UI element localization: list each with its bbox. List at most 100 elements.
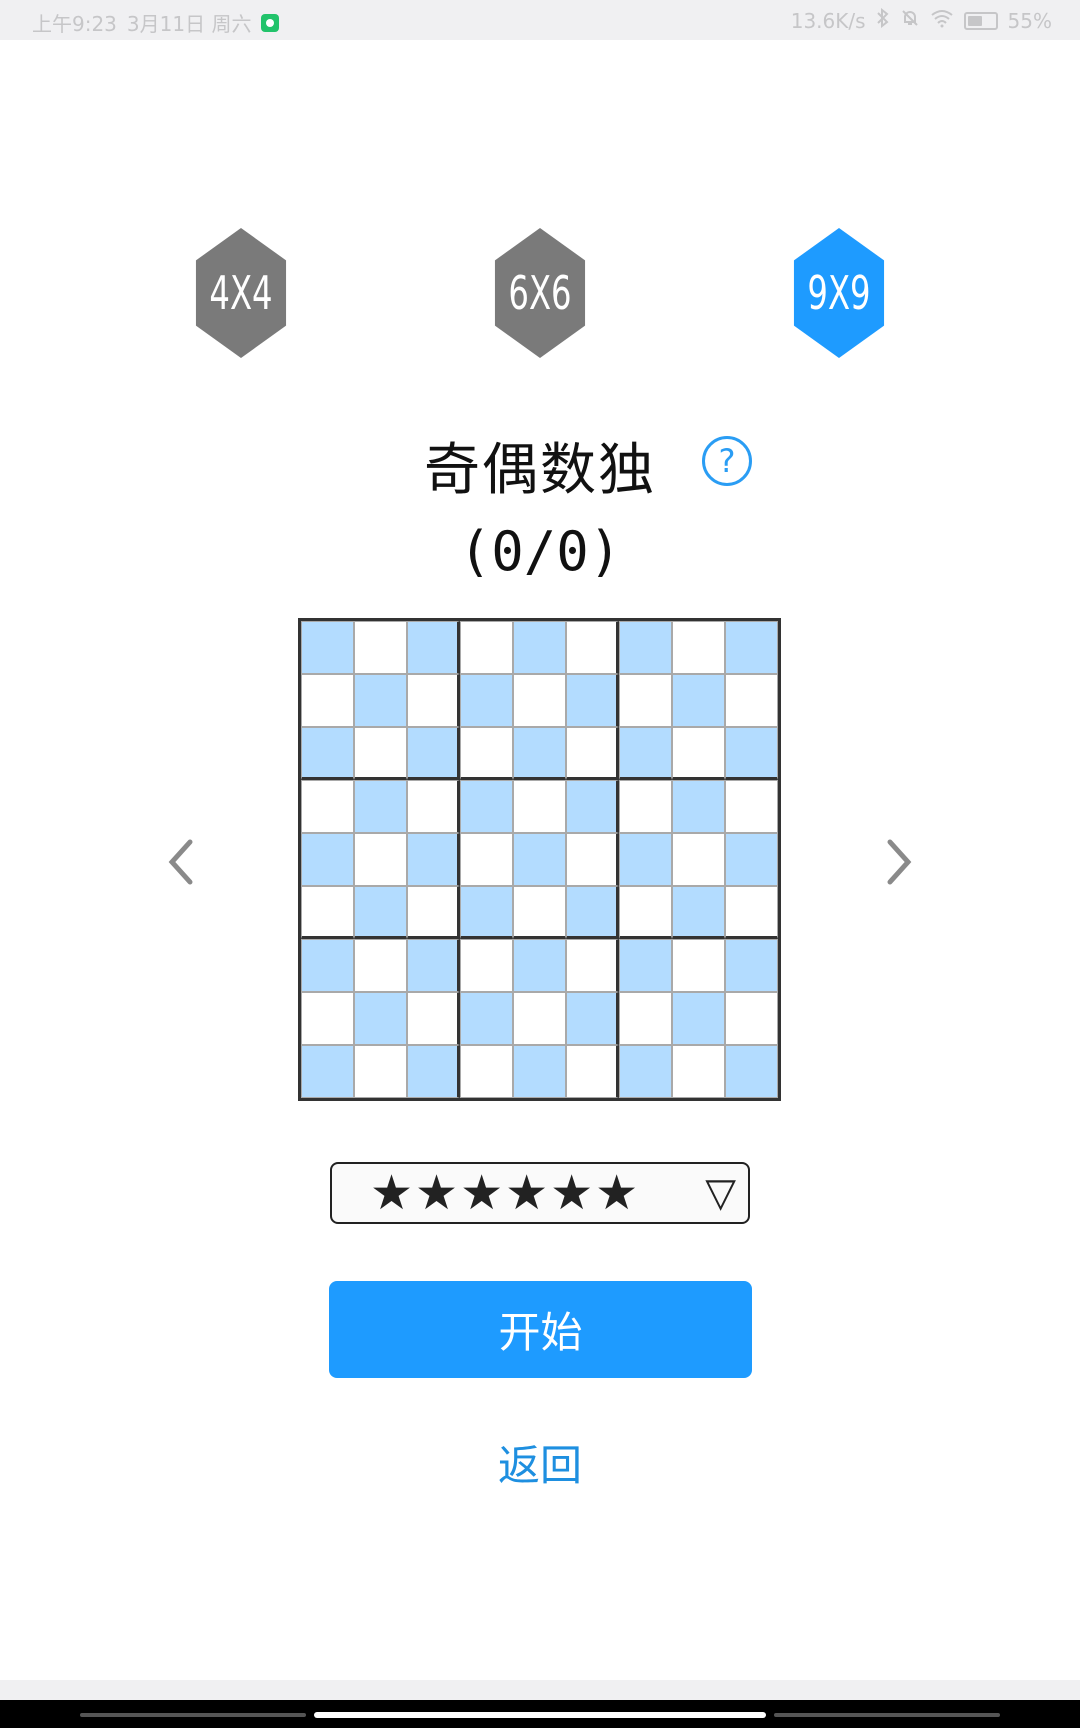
home-indicator[interactable] bbox=[314, 1712, 766, 1718]
grid-cell bbox=[725, 1045, 778, 1098]
nav-indicator-left bbox=[80, 1713, 306, 1717]
grid-cell bbox=[354, 886, 407, 939]
grid-cell bbox=[354, 992, 407, 1045]
grid-cell bbox=[460, 833, 513, 886]
grid-cell bbox=[460, 1045, 513, 1098]
grid-cell bbox=[619, 833, 672, 886]
grid-cell bbox=[301, 939, 354, 992]
battery-icon bbox=[963, 11, 998, 30]
wifi-icon bbox=[930, 8, 954, 33]
grid-cell bbox=[513, 621, 566, 674]
start-button[interactable]: 开始 bbox=[329, 1281, 752, 1378]
app-notification-icon bbox=[261, 13, 280, 32]
grid-cell bbox=[513, 780, 566, 833]
grid-cell bbox=[301, 1045, 354, 1098]
grid-cell bbox=[566, 939, 619, 992]
grid-cell bbox=[513, 727, 566, 780]
grid-cell bbox=[301, 833, 354, 886]
grid-cell bbox=[513, 674, 566, 727]
puzzle-progress: (0/0) bbox=[458, 520, 622, 583]
grid-cell bbox=[566, 674, 619, 727]
grid-cell bbox=[301, 674, 354, 727]
grid-cell bbox=[672, 833, 725, 886]
grid-cell bbox=[513, 939, 566, 992]
grid-cell bbox=[407, 780, 460, 833]
size-option-4x4[interactable]: 4X4 bbox=[195, 228, 287, 358]
grid-cell bbox=[460, 674, 513, 727]
grid-cell bbox=[354, 727, 407, 780]
grid-cell bbox=[460, 939, 513, 992]
grid-cell bbox=[407, 833, 460, 886]
grid-cell bbox=[619, 621, 672, 674]
grid-cell bbox=[354, 939, 407, 992]
grid-cell bbox=[619, 939, 672, 992]
network-speed: 13.6K/s bbox=[790, 8, 866, 33]
battery-percent: 55% bbox=[1007, 8, 1052, 33]
dropdown-arrow-icon: ▽ bbox=[705, 1170, 736, 1216]
grid-cell bbox=[672, 780, 725, 833]
grid-cell bbox=[566, 992, 619, 1045]
grid-cell bbox=[407, 727, 460, 780]
grid-cell bbox=[725, 833, 778, 886]
status-time: 上午9:23 bbox=[32, 12, 117, 36]
grid-cell bbox=[725, 992, 778, 1045]
grid-cell bbox=[566, 780, 619, 833]
grid-cell bbox=[566, 621, 619, 674]
grid-cell bbox=[407, 992, 460, 1045]
grid-cell bbox=[354, 833, 407, 886]
grid-cell bbox=[725, 674, 778, 727]
grid-cell bbox=[566, 727, 619, 780]
grid-cell bbox=[513, 833, 566, 886]
grid-cell bbox=[672, 727, 725, 780]
grid-cell bbox=[407, 621, 460, 674]
next-arrow-icon[interactable] bbox=[874, 832, 924, 892]
nav-indicator-right bbox=[774, 1713, 1000, 1717]
help-icon[interactable]: ? bbox=[702, 436, 752, 486]
mute-bell-icon bbox=[900, 8, 920, 33]
grid-cell bbox=[725, 886, 778, 939]
grid-cell bbox=[725, 780, 778, 833]
grid-cell bbox=[672, 621, 725, 674]
grid-cell bbox=[513, 886, 566, 939]
size-option-9x9[interactable]: 9X9 bbox=[793, 228, 885, 358]
grid-cell bbox=[460, 886, 513, 939]
grid-cell bbox=[301, 621, 354, 674]
grid-cell bbox=[301, 992, 354, 1045]
grid-cell bbox=[354, 674, 407, 727]
grid-cell bbox=[513, 1045, 566, 1098]
sudoku-preview-grid bbox=[298, 618, 781, 1101]
grid-cell bbox=[619, 780, 672, 833]
grid-cell bbox=[672, 992, 725, 1045]
grid-cell bbox=[407, 939, 460, 992]
grid-cell bbox=[407, 886, 460, 939]
status-date: 3月11日 周六 bbox=[126, 12, 252, 36]
grid-cell bbox=[619, 727, 672, 780]
difficulty-stars: ★★★★★★ bbox=[370, 1165, 641, 1221]
grid-cell bbox=[460, 992, 513, 1045]
grid-cell bbox=[725, 727, 778, 780]
grid-cell bbox=[460, 780, 513, 833]
grid-cell bbox=[354, 621, 407, 674]
status-left: 上午9:23 3月11日 周六 bbox=[32, 8, 280, 37]
grid-cell bbox=[301, 780, 354, 833]
grid-cell bbox=[619, 992, 672, 1045]
grid-cell bbox=[566, 833, 619, 886]
grid-cell bbox=[619, 674, 672, 727]
difficulty-select[interactable]: ★★★★★★ ▽ bbox=[330, 1162, 750, 1224]
grid-cell bbox=[619, 1045, 672, 1098]
size-option-6x6[interactable]: 6X6 bbox=[494, 228, 586, 358]
back-link[interactable]: 返回 bbox=[0, 1432, 1080, 1493]
previous-arrow-icon[interactable] bbox=[156, 832, 206, 892]
grid-cell bbox=[354, 780, 407, 833]
grid-cell bbox=[566, 1045, 619, 1098]
grid-cell bbox=[566, 886, 619, 939]
grid-cell bbox=[672, 674, 725, 727]
bluetooth-icon bbox=[876, 7, 890, 33]
grid-cell bbox=[725, 939, 778, 992]
grid-cell bbox=[407, 1045, 460, 1098]
grid-cell bbox=[619, 886, 672, 939]
grid-cell bbox=[672, 886, 725, 939]
puzzle-title: 奇偶数独 bbox=[424, 438, 656, 503]
grid-cell bbox=[513, 992, 566, 1045]
grid-cell bbox=[725, 621, 778, 674]
